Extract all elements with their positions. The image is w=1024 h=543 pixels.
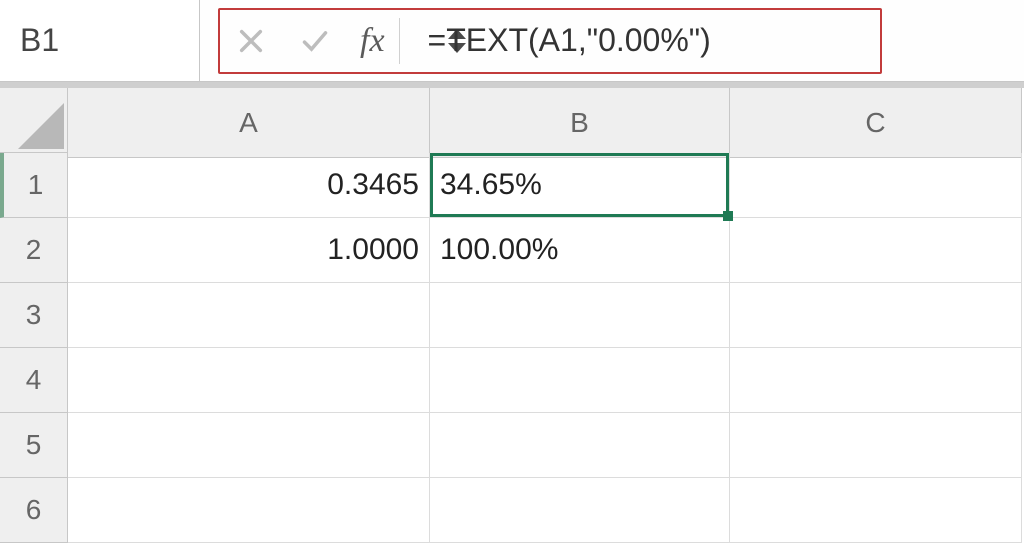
cell-C5[interactable] (730, 413, 1022, 478)
row-header-1[interactable]: 1 (0, 153, 68, 218)
cancel-button[interactable] (232, 22, 270, 60)
cell-C1[interactable] (730, 153, 1022, 218)
formula-bar-highlight: fx (218, 8, 882, 74)
col-header-B[interactable]: B (430, 88, 730, 158)
cell-C4[interactable] (730, 348, 1022, 413)
row-header-5[interactable]: 5 (0, 413, 68, 478)
close-icon (237, 27, 265, 55)
row-header-2[interactable]: 2 (0, 218, 68, 283)
cell-A2[interactable]: 1.0000 (68, 218, 430, 283)
row-header-4[interactable]: 4 (0, 348, 68, 413)
select-all-corner[interactable] (0, 88, 68, 153)
name-box-wrap (0, 0, 200, 81)
cell-B5[interactable] (430, 413, 730, 478)
cell-C3[interactable] (730, 283, 1022, 348)
col-header-C[interactable]: C (730, 88, 1022, 158)
cell-A4[interactable] (68, 348, 430, 413)
cell-A1[interactable]: 0.3465 (68, 153, 430, 218)
cell-A5[interactable] (68, 413, 430, 478)
check-icon (298, 27, 332, 55)
cell-C6[interactable] (730, 478, 1022, 543)
fx-button[interactable]: fx (360, 18, 400, 64)
row-header-6[interactable]: 6 (0, 478, 68, 543)
worksheet-grid: A B C 1 0.3465 34.65% 2 1.0000 100.00% 3… (0, 82, 1024, 543)
cell-A6[interactable] (68, 478, 430, 543)
formula-input[interactable] (426, 21, 850, 60)
cell-B1[interactable]: 34.65% (430, 153, 730, 218)
formula-bar-right: fx (200, 0, 1024, 81)
enter-button[interactable] (296, 22, 334, 60)
cell-B2[interactable]: 100.00% (430, 218, 730, 283)
formula-bar: fx (0, 0, 1024, 82)
row-header-3[interactable]: 3 (0, 283, 68, 348)
col-header-A[interactable]: A (68, 88, 430, 158)
cell-B4[interactable] (430, 348, 730, 413)
cell-A3[interactable] (68, 283, 430, 348)
cell-B3[interactable] (430, 283, 730, 348)
cell-C2[interactable] (730, 218, 1022, 283)
cell-B6[interactable] (430, 478, 730, 543)
